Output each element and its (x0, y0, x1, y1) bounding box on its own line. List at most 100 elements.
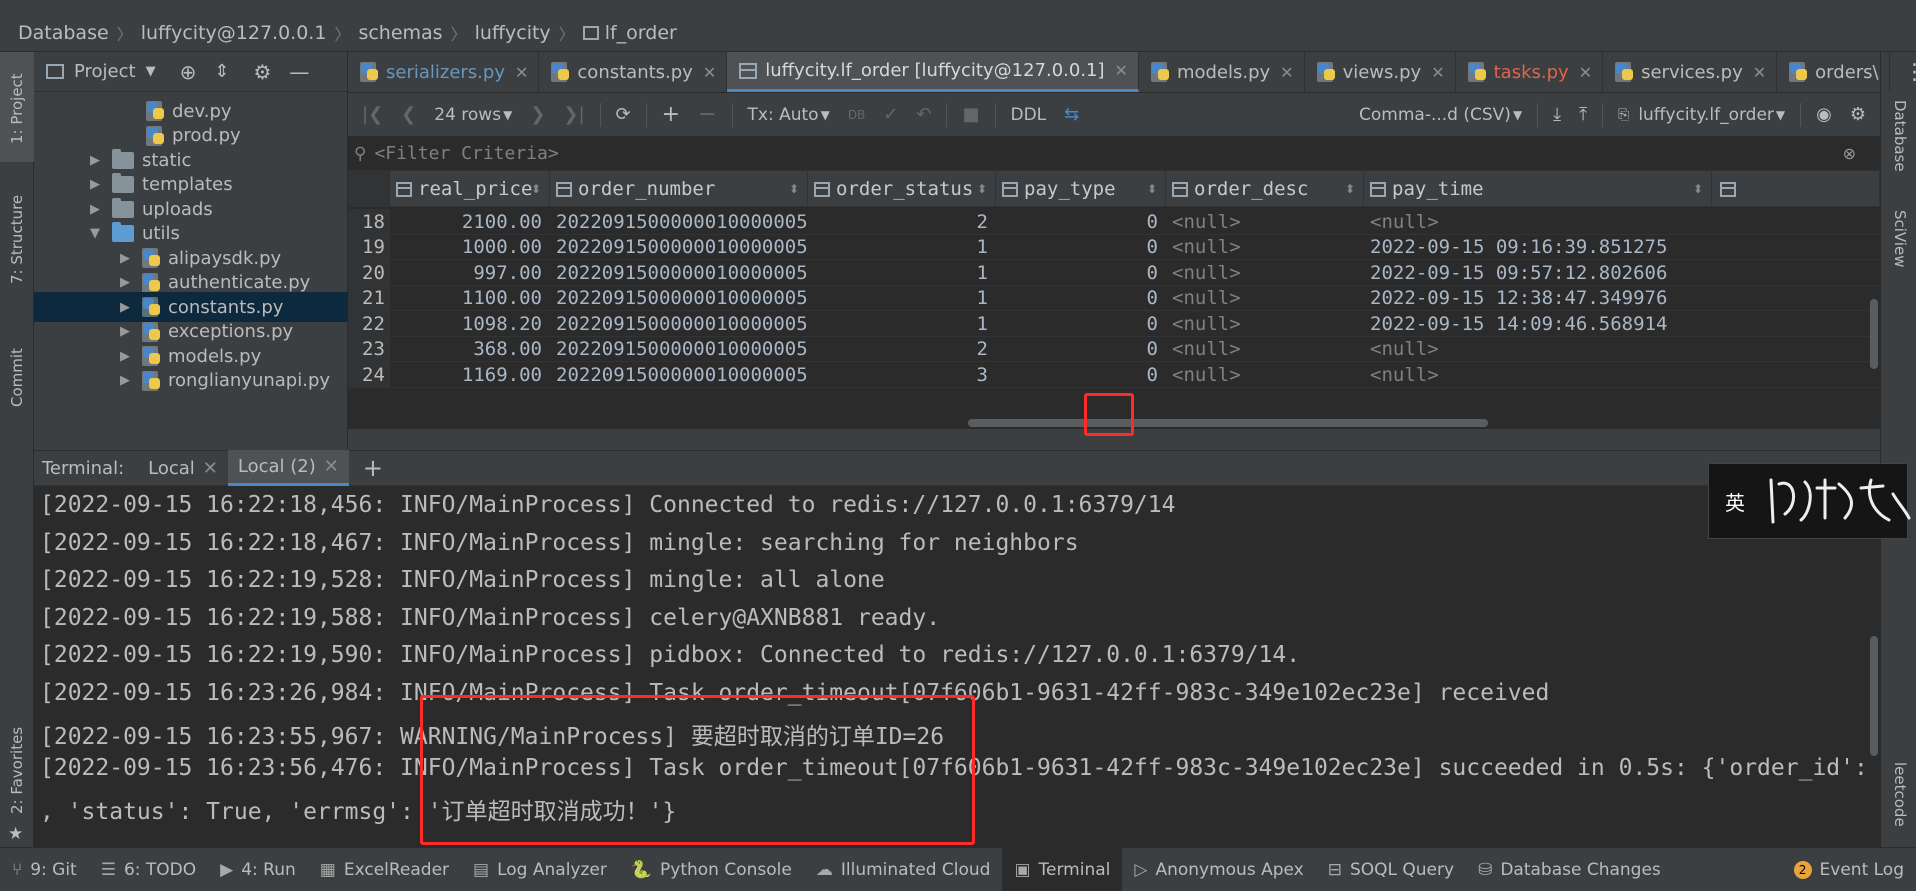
sort-icon[interactable]: ⬍ (1693, 182, 1703, 196)
cell-real-price[interactable]: 1100.00 (390, 286, 550, 312)
chevron-right-icon[interactable]: ▶ (88, 202, 102, 217)
chevron-right-icon[interactable]: ▶ (88, 153, 102, 168)
cell-order-status[interactable]: 1 (808, 260, 996, 286)
star-icon[interactable]: ★ (8, 824, 23, 844)
eye-icon[interactable]: ◉ (1816, 104, 1832, 125)
table-row[interactable]: 22 1098.20 20220915000000100000054 1 0 <null>… (348, 311, 1880, 337)
editor-tab[interactable]: serializers.py ✕ (348, 52, 540, 92)
new-tab-icon[interactable]: + (363, 454, 383, 482)
cell-real-price[interactable]: 2100.00 (390, 209, 550, 235)
db-commit-icon[interactable]: DB (848, 108, 865, 122)
rollback-icon[interactable]: ↶ (916, 104, 931, 125)
cell-pay-time[interactable]: <null> (1364, 337, 1712, 363)
close-icon[interactable]: ✕ (1579, 63, 1592, 82)
favorites-tool-tab-label[interactable]: 2: Favorites (8, 727, 26, 814)
terminal-scrollbar[interactable] (1870, 636, 1878, 756)
tool-window-event-log[interactable]: 2 Event Log (1782, 848, 1916, 891)
cell-pay-type[interactable]: 0 (996, 260, 1166, 286)
cell-order-desc[interactable]: <null> (1166, 235, 1364, 261)
cell-order-number[interactable]: 20220915000000100000052 (550, 260, 808, 286)
column-header-pay-type[interactable]: pay_type ⬍ (996, 171, 1166, 207)
cell-pay-time[interactable]: 2022-09-15 14:09:46.568914 (1364, 311, 1712, 337)
editor-tab[interactable]: services.py ✕ (1603, 52, 1778, 92)
breadcrumb-connection[interactable]: luffycity@127.0.0.1 (141, 22, 327, 44)
gear-icon[interactable]: ⚙ (1850, 104, 1866, 125)
database-tool-tab-label[interactable]: Database (1891, 100, 1909, 172)
delete-row-icon[interactable]: − (698, 102, 716, 127)
cell-pay-type[interactable]: 0 (996, 209, 1166, 235)
breadcrumb-table[interactable]: lf_order (605, 22, 677, 44)
rows-count[interactable]: 24 rows (434, 105, 501, 125)
tool-window-illuminated-cloud[interactable]: ☁ Illuminated Cloud (804, 848, 1003, 891)
upload-icon[interactable]: ⤒ (1579, 104, 1587, 125)
editor-tab[interactable]: constants.py ✕ (539, 52, 728, 92)
chevron-right-icon[interactable]: ▶ (118, 373, 132, 388)
download-icon[interactable]: ⤓ (1553, 104, 1561, 125)
chevron-right-icon[interactable]: ▶ (118, 349, 132, 364)
chevron-down-icon[interactable]: ▼ (503, 108, 512, 122)
sort-icon[interactable]: ⬍ (789, 182, 799, 196)
chevron-right-icon[interactable]: ▶ (88, 177, 102, 192)
editor-tab[interactable]: orders\ (1777, 52, 1890, 92)
cell-order-desc[interactable]: <null> (1166, 311, 1364, 337)
column-header-pay-time[interactable]: pay_time ⬍ (1364, 171, 1712, 207)
cell-order-status[interactable]: 1 (808, 235, 996, 261)
column-header-order-number[interactable]: order_number ⬍ (550, 171, 808, 207)
project-panel-title[interactable]: Project (74, 61, 136, 82)
table-row[interactable]: 18 2100.00 20220915000000100000050 2 0 <null>… (348, 209, 1880, 235)
cell-order-status[interactable]: 2 (808, 209, 996, 235)
terminal-tab-local-2[interactable]: Local (2) ✕ (227, 450, 349, 486)
tool-window-excelreader[interactable]: ▦ ExcelReader (308, 848, 461, 891)
commit-tool-tab-label[interactable]: Commit (8, 348, 26, 407)
chevron-right-icon[interactable]: ▶ (118, 324, 132, 339)
close-icon[interactable]: ✕ (1753, 63, 1766, 82)
editor-tab[interactable]: tasks.py ✕ (1456, 52, 1604, 92)
close-icon[interactable]: ✕ (515, 63, 528, 82)
tx-mode-select[interactable]: Tx: Auto (748, 105, 819, 125)
structure-tool-tab-label[interactable]: 7: Structure (8, 195, 26, 284)
cell-order-status[interactable]: 1 (808, 311, 996, 337)
compare-icon[interactable]: ⇆ (1064, 104, 1079, 125)
close-icon[interactable]: ✕ (1115, 61, 1128, 80)
editor-tab[interactable]: luffycity.lf_order [luffycity@127.0.0.1]… (727, 52, 1139, 92)
sort-icon[interactable]: ⬍ (1147, 182, 1157, 196)
cell-pay-time[interactable]: 2022-09-15 12:38:47.349976 (1364, 286, 1712, 312)
cell-order-number[interactable]: 20220915000000100000053 (550, 286, 808, 312)
cell-order-number[interactable]: 20220915000000100000050 (550, 209, 808, 235)
tool-window-anonymous-apex[interactable]: ▷ Anonymous Apex (1122, 848, 1315, 891)
chevron-down-icon[interactable]: ▼ (146, 64, 156, 79)
cell-order-status[interactable]: 1 (808, 286, 996, 312)
chevron-right-icon[interactable]: ▶ (118, 275, 132, 290)
cell-order-desc[interactable]: <null> (1166, 337, 1364, 363)
tree-item[interactable]: ▶ ronglianyunapi.py (34, 366, 348, 396)
cell-order-number[interactable]: 20220915000000100000055 (550, 337, 808, 363)
cell-order-status[interactable]: 2 (808, 337, 996, 363)
column-header-more[interactable] (1712, 171, 1880, 207)
next-page-icon[interactable]: ❯ (530, 104, 545, 125)
cell-order-desc[interactable]: <null> (1166, 286, 1364, 312)
tool-window-log-analyzer[interactable]: ▤ Log Analyzer (461, 848, 619, 891)
first-page-icon[interactable]: |❮ (362, 104, 383, 125)
tool-window-9-git[interactable]: ⑂ 9: Git (0, 848, 89, 891)
breadcrumb-schemas[interactable]: schemas (358, 22, 442, 44)
chevron-down-icon[interactable]: ▼ (1776, 108, 1785, 122)
editor-tab[interactable]: views.py ✕ (1305, 52, 1456, 92)
cell-pay-time[interactable]: 2022-09-15 09:16:39.851275 (1364, 235, 1712, 261)
refresh-icon[interactable]: ⟳ (616, 104, 631, 125)
chevron-down-icon[interactable]: ▼ (1513, 108, 1522, 122)
tool-window-6-todo[interactable]: ☰ 6: TODO (89, 848, 208, 891)
cell-pay-type[interactable]: 0 (996, 311, 1166, 337)
close-icon[interactable]: ✕ (1280, 63, 1293, 82)
chevron-down-icon[interactable]: ▼ (88, 226, 102, 241)
sciview-tool-tab-label[interactable]: SciView (1891, 210, 1909, 268)
sort-icon[interactable]: ⬍ (977, 182, 987, 196)
hide-icon[interactable]: — (289, 60, 309, 84)
tool-window-terminal[interactable]: ▣ Terminal (1002, 847, 1123, 891)
table-row[interactable]: 19 1000.00 20220915000000100000051 1 0 <null>… (348, 234, 1880, 261)
cell-order-number[interactable]: 20220915000000100000054 (550, 311, 808, 337)
table-row[interactable]: 24 1169.00 20220915000000100000056 3 0 <null>… (348, 362, 1880, 388)
cell-real-price[interactable]: 997.00 (390, 260, 550, 286)
grid-horizontal-scrollbar[interactable] (968, 419, 1488, 427)
export-format-select[interactable]: Comma-...d (CSV) (1359, 105, 1511, 125)
grid-vertical-scrollbar[interactable] (1870, 299, 1878, 369)
